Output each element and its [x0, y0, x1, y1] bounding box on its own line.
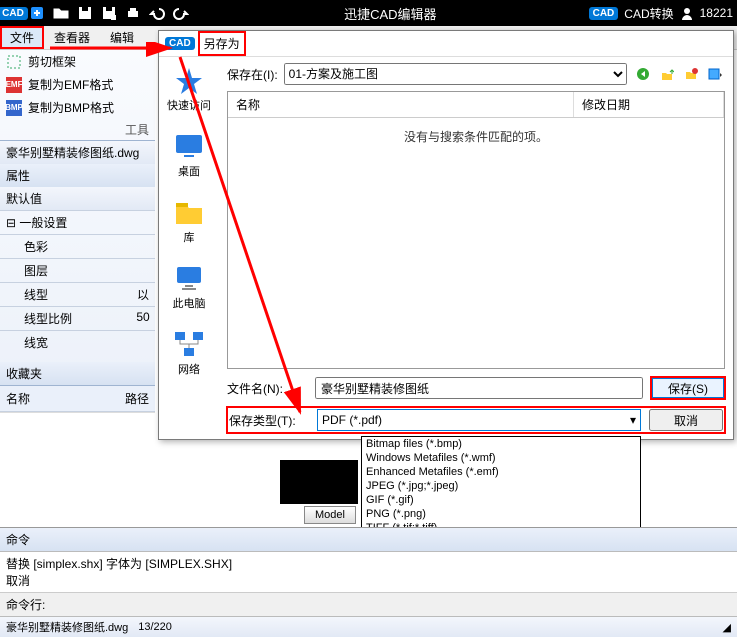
user-icon [680, 6, 694, 20]
folder-select[interactable]: 01-方案及施工图 [284, 63, 627, 85]
tools-header: 工具 [0, 119, 155, 140]
model-tab[interactable]: Model [304, 506, 356, 524]
menu-file[interactable]: 文件 [0, 26, 44, 49]
back-icon[interactable] [633, 64, 653, 84]
status-grip-icon: ◢ [723, 621, 731, 634]
props-header: 属性 [0, 164, 155, 187]
undo-icon[interactable] [146, 2, 168, 24]
view-menu-icon[interactable] [705, 64, 725, 84]
fav-col-path[interactable]: 路径 [119, 386, 155, 411]
chevron-down-icon: ▾ [630, 413, 636, 427]
prop-color[interactable]: 色彩 [0, 234, 155, 258]
command-header: 命令 [0, 528, 737, 552]
menu-editor[interactable]: 编辑 [100, 26, 144, 49]
file-tab[interactable]: 豪华别墅精装修图纸.dwg [0, 141, 155, 164]
new-icon[interactable] [26, 2, 48, 24]
copy-bmp[interactable]: BMP 复制为BMP格式 [0, 96, 155, 119]
cad-app-icon: CAD [2, 2, 24, 24]
user-count: 18221 [700, 6, 733, 20]
filetype-option[interactable]: Enhanced Metafiles (*.emf) [362, 465, 640, 479]
prop-lineweight[interactable]: 线宽 [0, 330, 155, 354]
prop-layer[interactable]: 图层 [0, 258, 155, 282]
place-network[interactable]: 网络 [172, 329, 206, 377]
left-panel: 剪切框架 EMF 复制为EMF格式 BMP 复制为BMP格式 工具 豪华别墅精装… [0, 50, 155, 502]
command-input[interactable] [49, 597, 731, 612]
copy-emf[interactable]: EMF 复制为EMF格式 [0, 73, 155, 96]
filetype-option[interactable]: PNG (*.png) [362, 507, 640, 521]
filename-label: 文件名(N): [227, 380, 307, 397]
filetype-combo[interactable]: PDF (*.pdf) ▾ [317, 409, 641, 431]
emf-icon: EMF [6, 77, 22, 93]
up-icon[interactable] [657, 64, 677, 84]
command-output: 替换 [simplex.shx] 字体为 [SIMPLEX.SHX] 取消 [0, 552, 737, 592]
prop-linescale[interactable]: 线型比例50 [0, 306, 155, 330]
filetype-option[interactable]: GIF (*.gif) [362, 493, 640, 507]
open-icon[interactable] [50, 2, 72, 24]
place-thispc[interactable]: 此电脑 [172, 263, 206, 311]
menu-viewer[interactable]: 查看器 [44, 26, 100, 49]
crop-icon [6, 54, 22, 70]
col-date[interactable]: 修改日期 [574, 92, 724, 117]
favorites-header: 收藏夹 [0, 362, 155, 385]
favorites-columns: 名称 路径 [0, 385, 155, 412]
cancel-button[interactable]: 取消 [649, 409, 723, 431]
general-group[interactable]: ⊟ 一般设置 [0, 210, 155, 234]
defaults-label: 默认值 [0, 187, 155, 210]
prop-linetype[interactable]: 线型以 [0, 282, 155, 306]
filetype-option[interactable]: JPEG (*.jpg;*.jpeg) [362, 479, 640, 493]
fav-col-name[interactable]: 名称 [0, 386, 119, 411]
bmp-icon: BMP [6, 100, 22, 116]
col-name[interactable]: 名称 [228, 92, 574, 117]
empty-message: 没有与搜索条件匹配的项。 [228, 118, 724, 155]
app-title: 迅捷CAD编辑器 [192, 4, 589, 23]
save-button[interactable]: 保存(S) [651, 377, 725, 399]
drawing-canvas[interactable] [280, 460, 358, 504]
save-in-label: 保存在(I): [227, 66, 278, 83]
status-filename: 豪华别墅精装修图纸.dwg [6, 619, 128, 635]
favorites-list [0, 412, 155, 502]
places-bar: 快速访问 桌面 库 此电脑 网络 [159, 57, 219, 439]
crop-frame[interactable]: 剪切框架 [0, 50, 155, 73]
new-folder-icon[interactable] [681, 64, 701, 84]
filetype-option[interactable]: Bitmap files (*.bmp) [362, 437, 640, 451]
print-icon[interactable] [122, 2, 144, 24]
command-panel: 命令 替换 [simplex.shx] 字体为 [SIMPLEX.SHX] 取消… [0, 527, 737, 637]
cad-badge-icon: CAD [589, 7, 619, 20]
dialog-app-icon: CAD [165, 37, 195, 50]
saveas-icon[interactable] [98, 2, 120, 24]
filename-input[interactable] [315, 377, 643, 399]
status-pages: 13/220 [138, 621, 172, 633]
dialog-title: 另存为 [201, 34, 243, 53]
redo-icon[interactable] [170, 2, 192, 24]
command-label: 命令行: [6, 596, 45, 613]
save-as-dialog: CAD 另存为 快速访问 桌面 库 此电脑 网络 [158, 30, 734, 440]
filetype-option[interactable]: Windows Metafiles (*.wmf) [362, 451, 640, 465]
cad-convert-link[interactable]: CAD转换 [624, 5, 673, 22]
save-icon[interactable] [74, 2, 96, 24]
title-bar: CAD 迅捷CAD编辑器 CAD CAD转换 18221 [0, 0, 737, 26]
file-list[interactable]: 名称 修改日期 没有与搜索条件匹配的项。 [227, 91, 725, 369]
place-library[interactable]: 库 [172, 197, 206, 245]
place-desktop[interactable]: 桌面 [172, 131, 206, 179]
place-quick[interactable]: 快速访问 [167, 65, 211, 113]
filetype-label: 保存类型(T): [229, 412, 309, 429]
